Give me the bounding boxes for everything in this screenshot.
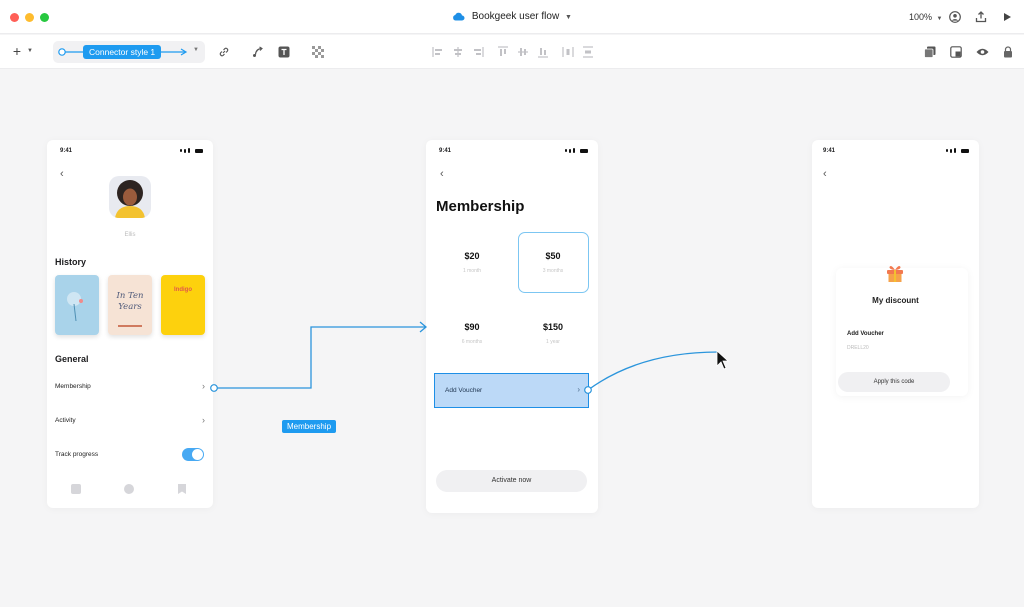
back-arrow-icon[interactable]: ‹: [823, 168, 827, 180]
title-bar: Bookgeek user flow ▼ 100% ▼: [0, 0, 1024, 34]
text-label-icon[interactable]: [277, 45, 291, 59]
layers-icon[interactable]: [923, 45, 937, 59]
apply-code-button[interactable]: Apply this code: [838, 372, 950, 392]
plan-period: 1 month: [462, 268, 482, 274]
align-middle-icon[interactable]: [516, 45, 530, 59]
align-center-icon[interactable]: [451, 45, 465, 59]
status-indicators: [565, 148, 588, 153]
voucher-label: Add Voucher: [445, 387, 483, 394]
row-label: Track progress: [55, 451, 99, 458]
chevron-right-icon: ›: [577, 385, 580, 394]
design-canvas[interactable]: 9:41 ‹ Ellis History In Ten Years Indigo…: [0, 70, 1024, 607]
avatar: [109, 176, 151, 218]
plan-option[interactable]: $90 6 months: [437, 322, 507, 345]
chevron-down-icon: ▼: [564, 14, 572, 21]
chevron-down-icon[interactable]: ▼: [26, 47, 34, 55]
document-title[interactable]: Bookgeek user flow ▼: [0, 11, 1024, 22]
status-indicators: [946, 148, 969, 153]
artboard-profile[interactable]: 9:41 ‹ Ellis History In Ten Years Indigo…: [47, 140, 213, 508]
settings-row-membership[interactable]: Membership ›: [47, 376, 213, 398]
discover-tab-icon[interactable]: [124, 484, 134, 494]
plan-price: $150: [542, 322, 564, 332]
status-time: 9:41: [823, 148, 836, 154]
general-heading: General: [55, 354, 89, 364]
toggle-knob: [192, 449, 203, 460]
book-title: Indigo: [174, 287, 192, 293]
chevron-right-icon: ›: [202, 415, 205, 425]
plan-option[interactable]: $50 3 months: [518, 251, 588, 274]
align-bottom-icon[interactable]: [536, 45, 550, 59]
artboard-membership[interactable]: 9:41 ‹ Membership $20 1 month $50 3 mont…: [426, 140, 598, 513]
page-title: Membership: [436, 198, 525, 215]
document-title-text: Bookgeek user flow: [471, 11, 560, 22]
user-name: Ellis: [124, 232, 136, 238]
user-avatar-icon[interactable]: [948, 10, 962, 24]
plan-period: 6 months: [461, 339, 483, 345]
book-cover-art: [67, 292, 83, 322]
connector-label[interactable]: Membership: [282, 420, 337, 433]
voucher-code[interactable]: DRELL20: [847, 345, 869, 351]
plan-option[interactable]: $150 1 year: [518, 322, 588, 345]
connector-style-label: Connector style 1: [83, 45, 162, 59]
chevron-down-icon: ▼: [193, 47, 199, 53]
gift-icon: [887, 266, 903, 282]
status-time: 9:41: [439, 148, 452, 154]
lock-icon[interactable]: [1001, 45, 1015, 59]
eye-visibility-icon[interactable]: [975, 45, 989, 59]
zoom-level-text: 100%: [909, 12, 933, 22]
align-left-icon[interactable]: [431, 45, 445, 59]
connector-style-selector[interactable]: Connector style 1 ▼: [53, 41, 205, 63]
align-right-icon[interactable]: [471, 45, 485, 59]
toolbar: + ▼ Connector style 1 ▼: [0, 35, 1024, 69]
back-arrow-icon[interactable]: ‹: [60, 168, 64, 180]
artboard-discount[interactable]: 9:41 ‹ My discount Add Voucher DRELL20 A…: [812, 140, 979, 508]
opacity-pattern-icon[interactable]: [311, 45, 325, 59]
plan-price: $20: [464, 251, 480, 261]
activate-now-button[interactable]: Activate now: [436, 470, 587, 492]
book-cover[interactable]: Indigo: [161, 275, 205, 335]
chevron-down-icon: ▼: [936, 16, 943, 22]
distribute-vertical-icon[interactable]: [581, 45, 595, 59]
history-heading: History: [55, 257, 87, 267]
discount-title: My discount: [872, 296, 919, 305]
chevron-right-icon: ›: [202, 381, 205, 391]
status-indicators: [180, 148, 203, 153]
voucher-heading: Add Voucher: [847, 331, 884, 337]
book-cover[interactable]: [55, 275, 99, 335]
plan-price: $90: [464, 322, 480, 332]
play-preview-icon[interactable]: [1000, 10, 1014, 24]
share-export-icon[interactable]: [974, 10, 988, 24]
align-top-icon[interactable]: [496, 45, 510, 59]
connector-path-icon[interactable]: [251, 45, 265, 59]
add-voucher-row-selected[interactable]: Add Voucher ›: [434, 373, 589, 408]
link-icon[interactable]: [217, 45, 231, 59]
plan-period: 1 year: [546, 339, 560, 345]
status-time: 9:41: [60, 148, 73, 154]
plan-price: $50: [545, 251, 561, 261]
track-progress-toggle[interactable]: [182, 448, 204, 461]
frame-resize-icon[interactable]: [949, 45, 963, 59]
distribute-horizontal-icon[interactable]: [561, 45, 575, 59]
plan-period: 3 months: [542, 268, 564, 274]
library-tab-icon[interactable]: [71, 484, 81, 494]
book-cover[interactable]: In Ten Years: [108, 275, 152, 335]
cloud-icon: [453, 12, 465, 21]
row-label: Activity: [55, 417, 76, 424]
zoom-level[interactable]: 100% ▼: [909, 12, 943, 22]
row-label: Membership: [55, 383, 91, 390]
add-icon[interactable]: +: [10, 43, 24, 59]
bookmark-tab-icon[interactable]: [178, 484, 186, 494]
settings-row-activity[interactable]: Activity ›: [47, 409, 213, 431]
back-arrow-icon[interactable]: ‹: [440, 168, 444, 180]
book-title: In Ten Years: [116, 291, 144, 312]
plan-option[interactable]: $20 1 month: [437, 251, 507, 274]
